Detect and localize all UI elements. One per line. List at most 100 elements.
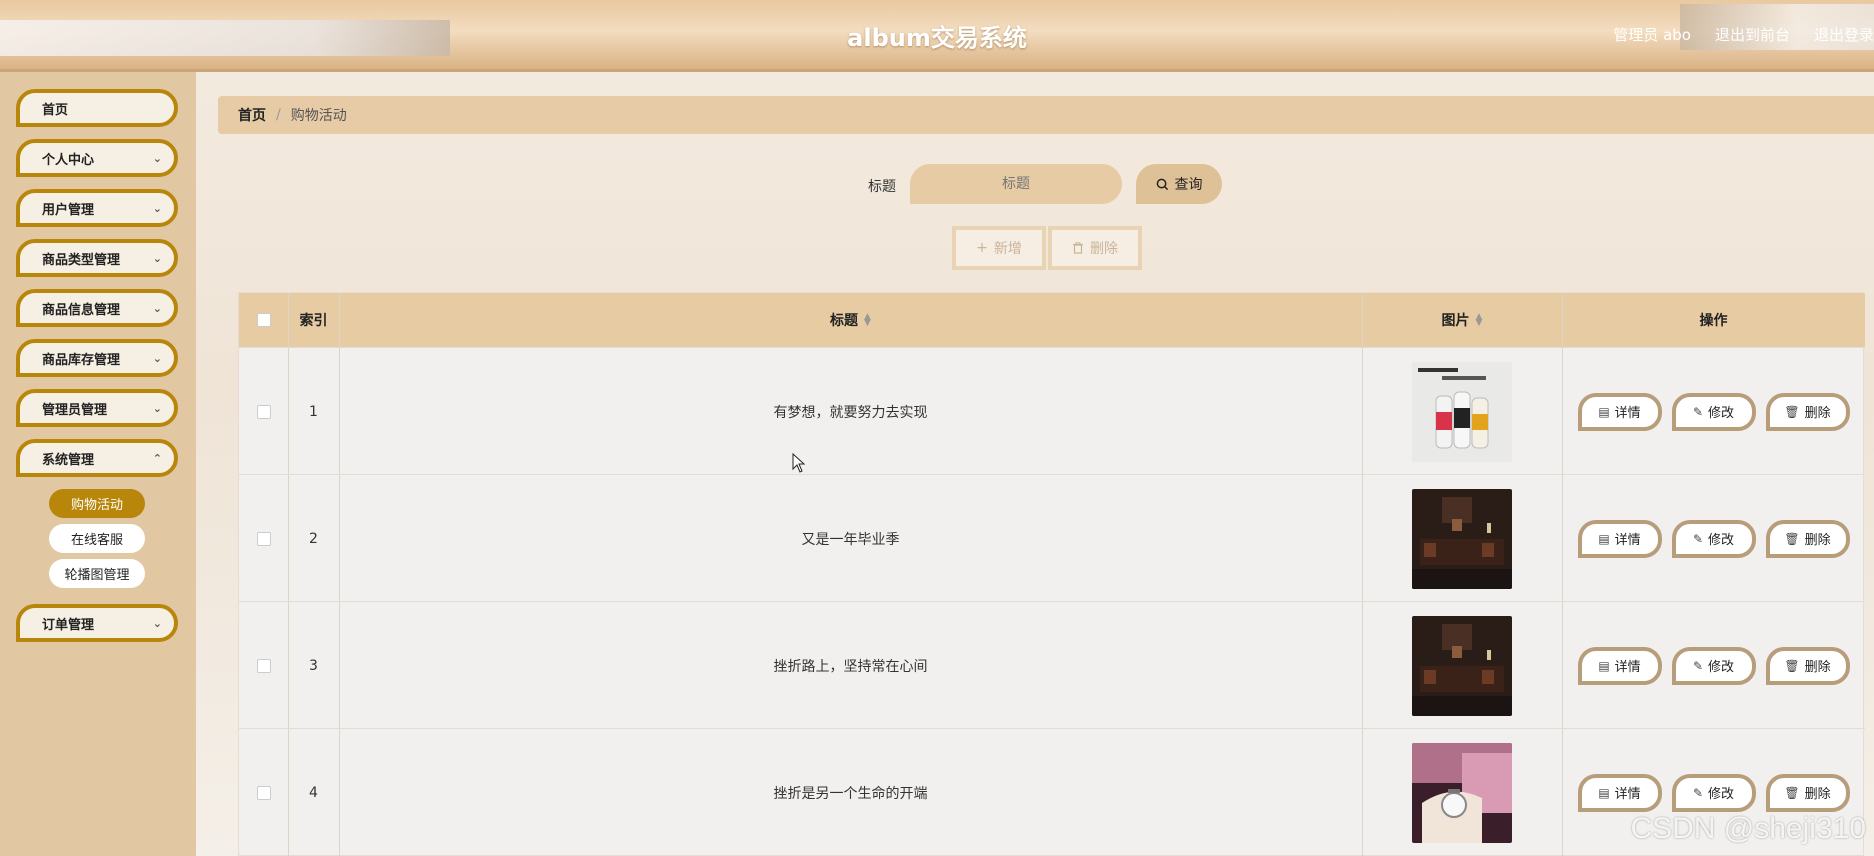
chevron-down-icon: ⌄ — [152, 252, 162, 265]
detail-label: 详情 — [1614, 406, 1641, 421]
row-title: 又是一年毕业季 — [801, 531, 900, 548]
breadcrumb: 首页 / 购物活动 — [218, 96, 1874, 134]
dark-room-image[interactable] — [1412, 615, 1512, 716]
sidebar-item-order-management[interactable]: 订单管理 ⌄ — [16, 604, 178, 642]
sidebar-item-system-management[interactable]: 系统管理 ⌃ — [16, 439, 178, 477]
admin-label: 管理员 abo — [1613, 26, 1691, 44]
breadcrumb-home[interactable]: 首页 — [238, 105, 266, 125]
pencil-icon: ✎ — [1692, 404, 1704, 419]
sidebar-item-admin-management[interactable]: 管理员管理 ⌄ — [16, 389, 178, 427]
edit-button[interactable]: ✎ 修改 — [1671, 646, 1756, 685]
sidebar-subitem-carousel[interactable]: 轮播图管理 — [49, 559, 145, 588]
search-icon — [1156, 178, 1168, 190]
header-ops: 操作 — [1699, 313, 1728, 329]
row-checkbox-cell — [239, 475, 288, 602]
chevron-down-icon: ⌄ — [152, 617, 162, 630]
watermark: CSDN @sheji310 — [1630, 812, 1866, 845]
add-button[interactable]: + 新增 — [952, 226, 1046, 270]
row-checkbox[interactable] — [256, 785, 271, 800]
edit-button[interactable]: ✎ 修改 — [1671, 773, 1756, 812]
wrist-watch-image[interactable] — [1412, 742, 1512, 843]
back-to-front-link[interactable]: 退出到前台 — [1715, 24, 1790, 45]
edit-button[interactable]: ✎ 修改 — [1671, 392, 1756, 431]
row-index: 2 — [309, 530, 318, 547]
select-all-checkbox[interactable] — [256, 313, 271, 327]
document-icon: ▤ — [1598, 531, 1610, 546]
sort-icon[interactable]: ▲ ▼ — [864, 313, 871, 328]
detail-label: 详情 — [1614, 533, 1641, 548]
row-checkbox-cell — [239, 602, 288, 729]
edit-label: 修改 — [1708, 406, 1735, 421]
row-image-cell — [1362, 729, 1562, 856]
sidebar: 首页 个人中心 ⌄ 用户管理 ⌄ 商品类型管理 ⌄ 商品信息管理 ⌄ 商品库存管… — [0, 72, 196, 856]
sort-icon[interactable]: ▲ ▼ — [1476, 313, 1483, 328]
delete-button[interactable]: 🗑 删除 — [1765, 646, 1850, 685]
chevron-down-icon: ⌄ — [152, 152, 162, 165]
header-title[interactable]: 标题 ▲ ▼ — [339, 293, 1362, 347]
breadcrumb-current: 购物活动 — [290, 108, 347, 124]
pencil-icon: ✎ — [1692, 785, 1704, 800]
sidebar-subitem-shopping-activity[interactable]: 购物活动 — [49, 489, 145, 518]
row-checkbox[interactable] — [256, 404, 271, 419]
batch-delete-button[interactable]: 删除 — [1048, 226, 1142, 270]
row-checkbox[interactable] — [256, 658, 271, 673]
detail-button[interactable]: ▤ 详情 — [1577, 519, 1662, 558]
search-input[interactable] — [910, 164, 1122, 204]
edit-label: 修改 — [1708, 787, 1735, 802]
row-checkbox-cell — [239, 729, 288, 856]
header-index: 索引 — [299, 313, 328, 329]
sidebar-item-product-type[interactable]: 商品类型管理 ⌄ — [16, 239, 178, 277]
add-button-label: 新增 — [993, 241, 1022, 257]
row-image-cell — [1362, 475, 1562, 602]
detail-button[interactable]: ▤ 详情 — [1577, 392, 1662, 431]
header-links: 管理员 abo 退出到前台 退出登录 — [1613, 24, 1874, 45]
detail-button[interactable]: ▤ 详情 — [1577, 773, 1662, 812]
delete-label: 删除 — [1804, 533, 1831, 548]
delete-label: 删除 — [1804, 660, 1831, 675]
chevron-down-icon: ⌄ — [152, 352, 162, 365]
row-index: 4 — [309, 784, 318, 801]
chevron-down-icon: ⌄ — [152, 402, 162, 415]
sidebar-item-personal-center[interactable]: 个人中心 ⌄ — [16, 139, 178, 177]
document-icon: ▤ — [1598, 658, 1610, 673]
drink-bottles-image[interactable] — [1412, 361, 1512, 462]
sidebar-item-label: 订单管理 — [42, 617, 95, 633]
delete-button[interactable]: 🗑 删除 — [1765, 392, 1850, 431]
row-title: 挫折是另一个生命的开端 — [773, 785, 928, 802]
delete-button[interactable]: 🗑 删除 — [1765, 519, 1850, 558]
edit-button[interactable]: ✎ 修改 — [1671, 519, 1756, 558]
sidebar-item-home[interactable]: 首页 — [16, 89, 178, 127]
dark-room-image[interactable] — [1412, 488, 1512, 589]
delete-button[interactable]: 🗑 删除 — [1765, 773, 1850, 812]
sidebar-item-label: 系统管理 — [42, 452, 95, 468]
header-image[interactable]: 图片 ▲ ▼ — [1362, 293, 1562, 347]
sidebar-item-label: 商品信息管理 — [42, 302, 121, 318]
edit-label: 修改 — [1708, 533, 1735, 548]
row-checkbox-cell — [239, 348, 288, 475]
row-title: 有梦想，就要努力去实现 — [773, 404, 928, 421]
sidebar-subitem-online-service[interactable]: 在线客服 — [49, 524, 145, 553]
sidebar-item-inventory[interactable]: 商品库存管理 ⌄ — [16, 339, 178, 377]
row-title: 挫折路上，坚持常在心间 — [773, 658, 928, 675]
row-checkbox[interactable] — [256, 531, 271, 546]
pencil-icon: ✎ — [1692, 658, 1704, 673]
pencil-icon: ✎ — [1692, 531, 1704, 546]
sidebar-item-label: 商品库存管理 — [42, 352, 121, 368]
delete-label: 删除 — [1804, 406, 1831, 421]
app-title: album交易系统 — [847, 24, 1027, 52]
row-index: 3 — [309, 657, 318, 674]
chevron-down-icon: ⌄ — [152, 302, 162, 315]
detail-button[interactable]: ▤ 详情 — [1577, 646, 1662, 685]
table-row: 4 挫折是另一个生命的开端 ▤ 详情 ✎ 修改 🗑 删除 — [239, 728, 1865, 855]
sidebar-item-product-info[interactable]: 商品信息管理 ⌄ — [16, 289, 178, 327]
logout-link[interactable]: 退出登录 — [1814, 24, 1874, 45]
search-button-label: 查询 — [1174, 177, 1203, 193]
table-row: 1 有梦想，就要努力去实现 ▤ 详情 ✎ 修改 🗑 删除 — [239, 347, 1865, 474]
header-image-label: 图片 — [1441, 313, 1470, 329]
chevron-down-icon: ⌄ — [152, 202, 162, 215]
data-table: 索引 标题 ▲ ▼ 图片 ▲ ▼ 操作 1 有梦想，就要努力去实现 ▤ 详情 ✎… — [238, 292, 1865, 856]
sidebar-item-user-management[interactable]: 用户管理 ⌄ — [16, 189, 178, 227]
search-button[interactable]: 查询 — [1136, 164, 1222, 204]
detail-label: 详情 — [1614, 787, 1641, 802]
sidebar-item-label: 首页 — [42, 102, 69, 118]
